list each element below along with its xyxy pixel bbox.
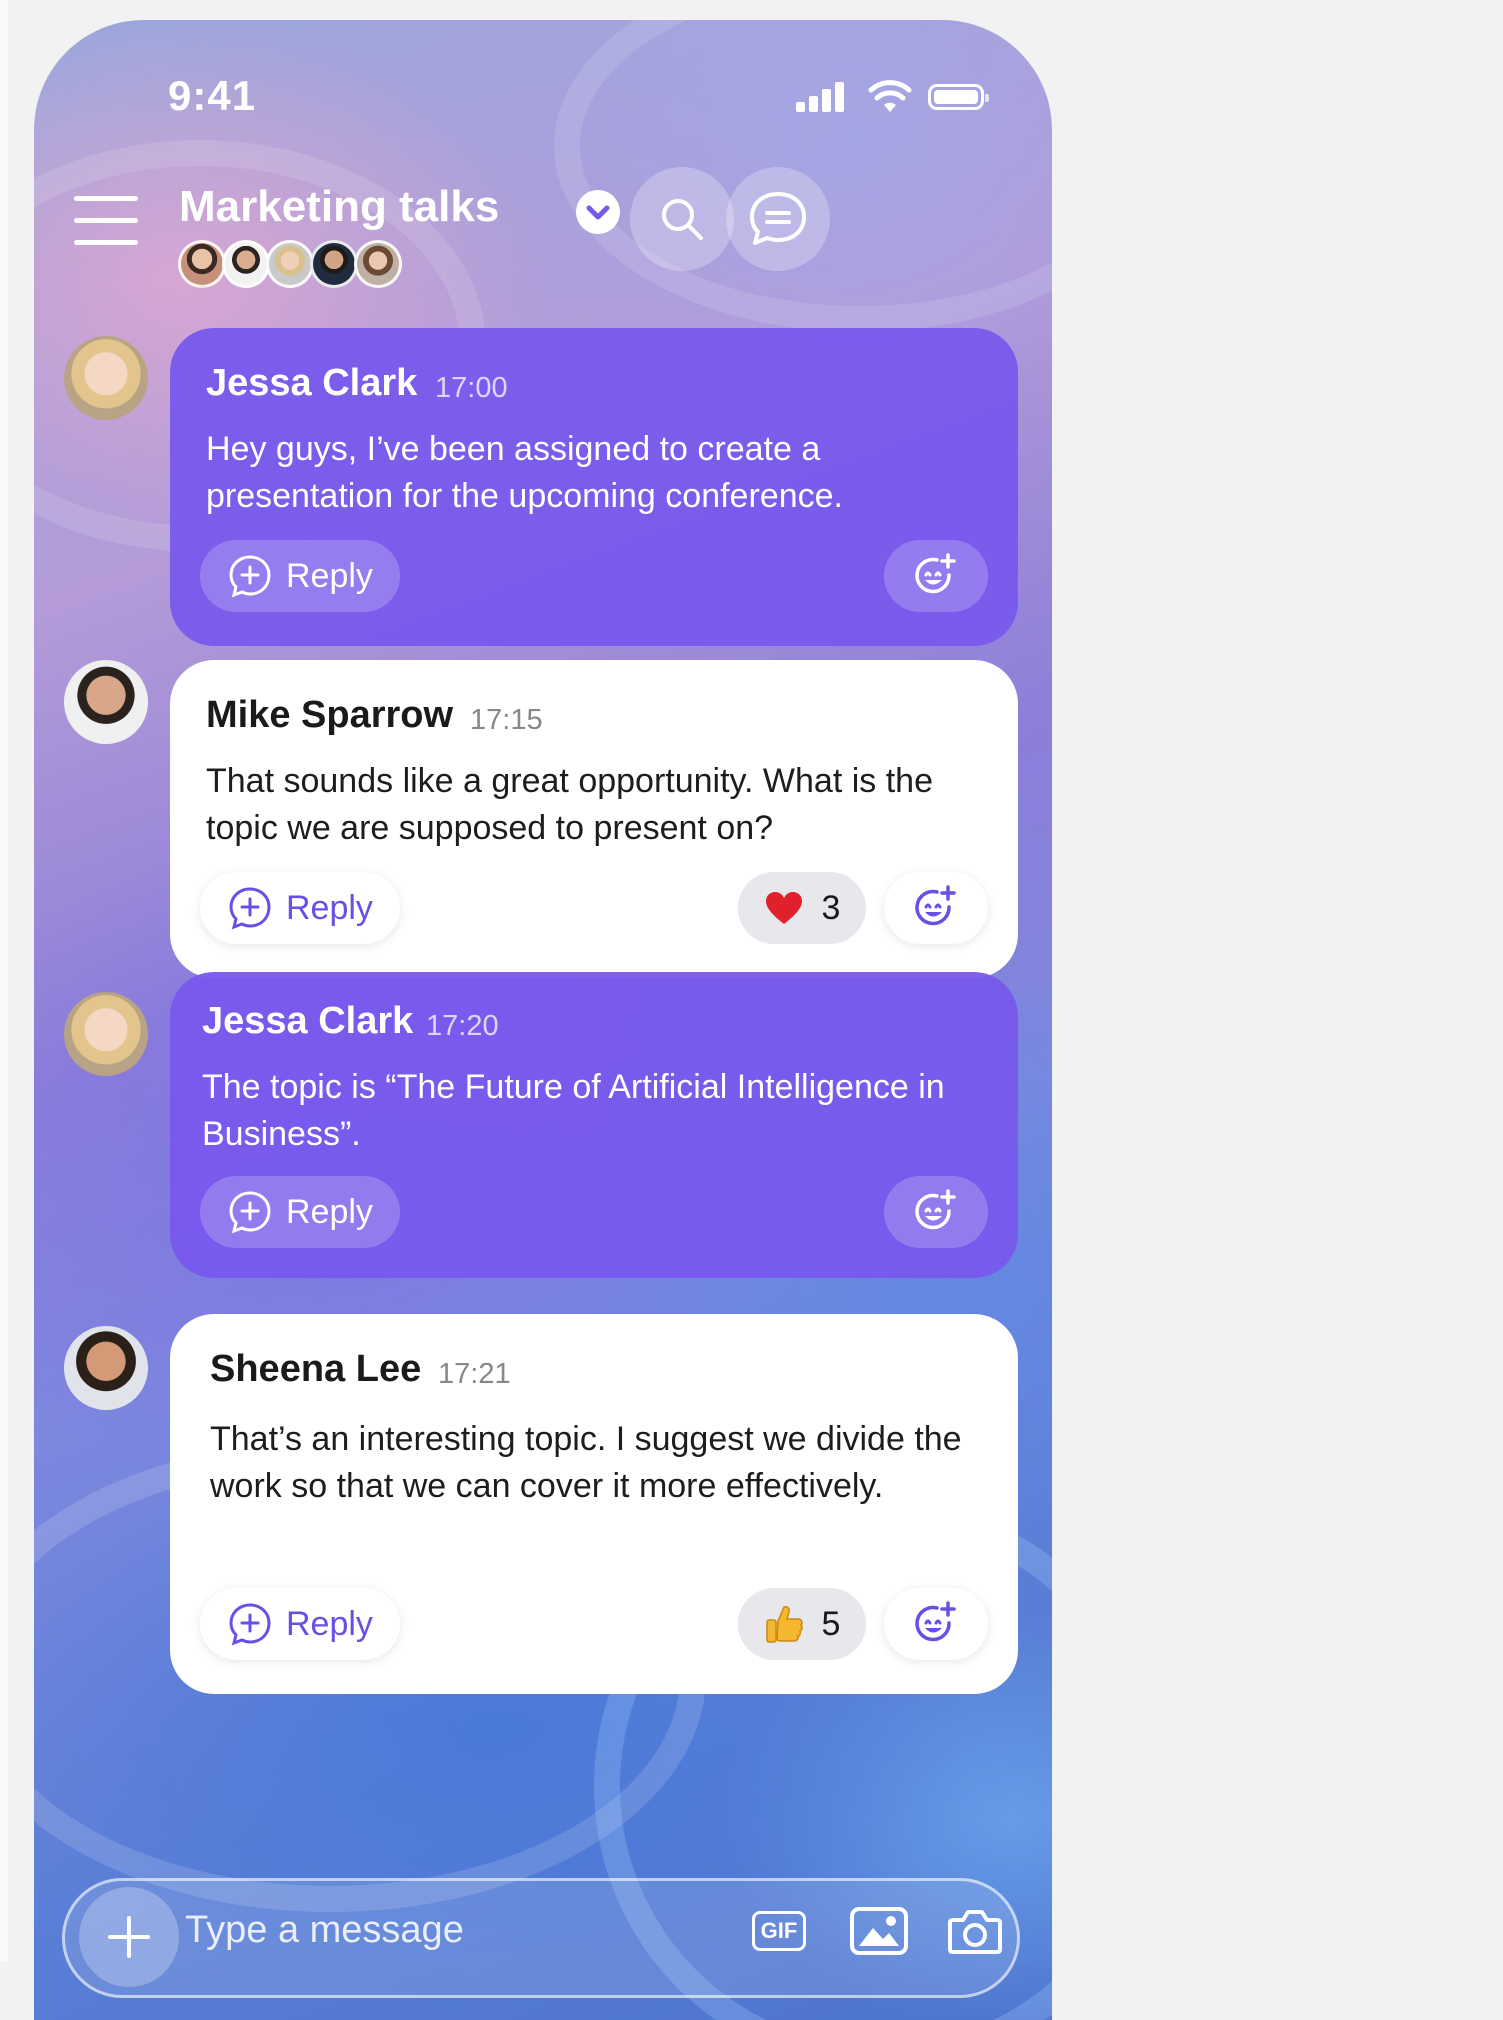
reaction-count: 3 bbox=[821, 888, 841, 927]
add-reaction-button[interactable] bbox=[884, 540, 988, 612]
reply-button[interactable]: Reply bbox=[200, 1588, 400, 1660]
avatar[interactable] bbox=[64, 660, 148, 744]
avatar[interactable] bbox=[64, 1326, 148, 1410]
message-time: 17:21 bbox=[438, 1358, 511, 1390]
reply-label: Reply bbox=[286, 888, 373, 927]
menu-icon-bar bbox=[74, 218, 138, 223]
reply-label: Reply bbox=[286, 1192, 373, 1231]
reply-button[interactable]: Reply bbox=[200, 540, 400, 612]
search-icon bbox=[662, 199, 703, 240]
add-emoji-icon bbox=[915, 1601, 956, 1642]
member-avatar bbox=[354, 240, 402, 288]
cellular-signal-icon bbox=[796, 82, 848, 112]
gif-button[interactable]: GIF bbox=[747, 1903, 811, 1959]
camera-button[interactable] bbox=[943, 1903, 1007, 1959]
message-author[interactable]: Jessa Clark bbox=[206, 362, 417, 405]
message-bubble: Mike Sparrow 17:15 That sounds like a gr… bbox=[170, 660, 1018, 978]
message-author[interactable]: Mike Sparrow bbox=[206, 694, 453, 737]
search-button[interactable] bbox=[630, 167, 734, 271]
wifi-icon bbox=[868, 80, 912, 112]
avatar[interactable] bbox=[64, 992, 148, 1076]
chat-title[interactable]: Marketing talks bbox=[179, 182, 499, 232]
gif-icon: GIF bbox=[751, 1911, 807, 1951]
reaction-thumbs-up[interactable]: 5 bbox=[738, 1588, 866, 1660]
menu-button[interactable] bbox=[74, 196, 140, 246]
message-author[interactable]: Sheena Lee bbox=[210, 1348, 421, 1391]
chat-header: Marketing talks bbox=[34, 160, 1052, 290]
reply-label: Reply bbox=[286, 1604, 373, 1643]
reply-thread-icon bbox=[229, 555, 271, 598]
member-avatar bbox=[178, 240, 226, 288]
message-time: 17:20 bbox=[426, 1010, 499, 1042]
gallery-button[interactable] bbox=[847, 1903, 911, 1959]
message-time: 17:00 bbox=[435, 372, 508, 404]
add-emoji-icon bbox=[915, 885, 956, 926]
message-text: Hey guys, I’ve been assigned to create a… bbox=[206, 430, 843, 515]
member-avatar bbox=[266, 240, 314, 288]
chevron-down-icon[interactable] bbox=[576, 190, 620, 234]
add-emoji-icon bbox=[915, 553, 956, 594]
reaction-heart[interactable]: 3 bbox=[738, 872, 866, 944]
message-bubble: Jessa Clark 17:20 The topic is “The Futu… bbox=[170, 972, 1018, 1278]
battery-icon bbox=[928, 84, 989, 110]
reply-thread-icon bbox=[229, 1603, 271, 1646]
reply-thread-icon bbox=[229, 1191, 271, 1234]
heart-icon bbox=[765, 892, 802, 924]
menu-icon-bar bbox=[74, 240, 138, 245]
message-text: That sounds like a great opportunity. Wh… bbox=[206, 762, 933, 847]
reply-button[interactable]: Reply bbox=[200, 1176, 400, 1248]
threads-button[interactable] bbox=[726, 167, 830, 271]
message-author[interactable]: Jessa Clark bbox=[202, 1000, 413, 1043]
status-bar: 9:41 bbox=[34, 20, 1052, 140]
add-reaction-button[interactable] bbox=[884, 1588, 988, 1660]
image-icon bbox=[850, 1907, 908, 1955]
avatar[interactable] bbox=[64, 336, 148, 420]
page-edge bbox=[0, 0, 8, 1961]
add-reaction-button[interactable] bbox=[884, 872, 988, 944]
reaction-count: 5 bbox=[821, 1604, 841, 1643]
message-bubble: Sheena Lee 17:21 That’s an interesting t… bbox=[170, 1314, 1018, 1694]
message-bubble: Jessa Clark 17:00 Hey guys, I’ve been as… bbox=[170, 328, 1018, 646]
message-composer: GIF bbox=[62, 1878, 1020, 1998]
attach-button[interactable] bbox=[79, 1887, 179, 1987]
reply-label: Reply bbox=[286, 556, 373, 595]
add-reaction-button[interactable] bbox=[884, 1176, 988, 1248]
message-time: 17:15 bbox=[470, 704, 543, 736]
reply-thread-icon bbox=[229, 887, 271, 930]
add-emoji-icon bbox=[915, 1189, 956, 1230]
message-text: That’s an interesting topic. I suggest w… bbox=[210, 1420, 962, 1505]
thumbs-up-icon bbox=[765, 1606, 803, 1643]
status-time: 9:41 bbox=[168, 72, 257, 119]
chat-bubble-icon bbox=[750, 192, 806, 245]
member-avatar bbox=[222, 240, 270, 288]
message-text: The topic is “The Future of Artificial I… bbox=[202, 1068, 945, 1153]
member-avatar bbox=[310, 240, 358, 288]
plus-icon bbox=[108, 1916, 150, 1958]
menu-icon-bar bbox=[74, 196, 138, 201]
message-input[interactable] bbox=[183, 1899, 687, 1961]
camera-icon bbox=[948, 1910, 1002, 1954]
phone-screen: 9:41 Marketing talks Jessa Clark 17:00 H… bbox=[34, 20, 1052, 2020]
reply-button[interactable]: Reply bbox=[200, 872, 400, 944]
